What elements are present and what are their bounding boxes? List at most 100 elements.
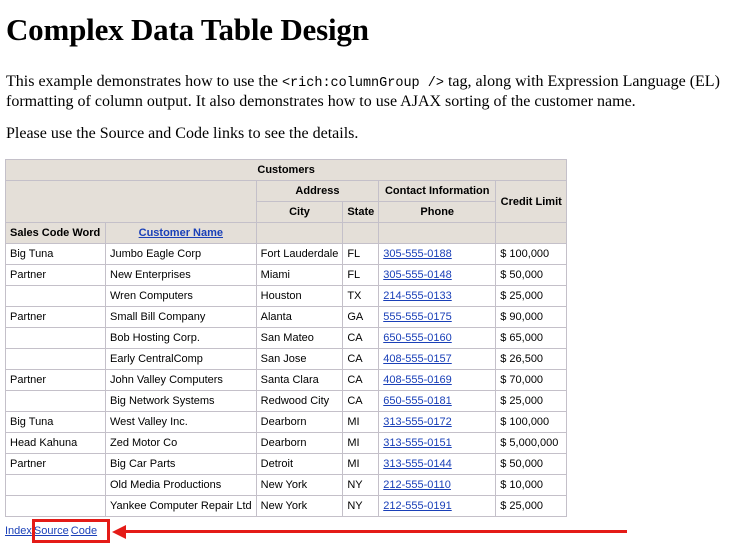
sales-code-cell xyxy=(5,390,106,412)
customer-name-cell: Big Car Parts xyxy=(105,453,257,475)
header-empty-phone xyxy=(378,222,497,244)
header-contact-group: Contact Information xyxy=(378,180,497,202)
city-cell: New York xyxy=(255,495,344,517)
table-row: Big Tuna West Valley Inc. Dearborn MI 313-55… xyxy=(5,411,568,433)
customer-name-cell: Jumbo Eagle Corp xyxy=(105,243,257,265)
intro-paragraph: This example demonstrates how to use the… xyxy=(6,73,721,111)
customer-name-cell: Big Network Systems xyxy=(105,390,257,412)
sales-code-cell: Partner xyxy=(5,306,106,328)
sales-code-cell xyxy=(5,285,106,307)
phone-link[interactable]: 305-555-0188 xyxy=(383,248,452,260)
sales-code-cell xyxy=(5,474,106,496)
city-cell: New York xyxy=(255,474,344,496)
phone-link[interactable]: 650-555-0181 xyxy=(383,395,452,407)
header-phone: Phone xyxy=(378,201,497,223)
table-row: Partner New Enterprises Miami FL 305-555-014… xyxy=(5,264,568,286)
header-empty-credit xyxy=(495,222,568,244)
table-row: Partner Small Bill Company Alanta GA 555-555… xyxy=(5,306,568,328)
index-link[interactable]: Index xyxy=(5,525,32,537)
table-row: Partner Big Car Parts Detroit MI 313-555-014… xyxy=(5,453,568,475)
credit-limit-cell: $ 65,000 xyxy=(495,327,568,349)
customer-name-cell: John Valley Computers xyxy=(105,369,257,391)
table-row: Big Tuna Jumbo Eagle Corp Fort Lauderdale F… xyxy=(5,243,568,265)
credit-limit-cell: $ 25,000 xyxy=(495,390,568,412)
header-address-group: Address xyxy=(255,180,380,202)
credit-limit-cell: $ 100,000 xyxy=(495,243,568,265)
phone-link[interactable]: 313-555-0172 xyxy=(383,416,452,428)
sales-code-cell: Partner xyxy=(5,264,106,286)
phone-link[interactable]: 212-555-0110 xyxy=(383,479,451,491)
table-row: Bob Hosting Corp. San Mateo CA 650-555-0160… xyxy=(5,327,568,349)
customers-table-body: Big Tuna Jumbo Eagle Corp Fort Lauderdale F… xyxy=(5,243,568,517)
customer-name-cell: Bob Hosting Corp. xyxy=(105,327,257,349)
credit-limit-cell: $ 25,000 xyxy=(495,285,568,307)
credit-limit-cell: $ 25,000 xyxy=(495,495,568,517)
header-credit-limit: Credit Limit xyxy=(495,180,568,223)
credit-limit-cell: $ 50,000 xyxy=(495,264,568,286)
phone-cell: 650-555-0181 xyxy=(378,390,497,412)
credit-limit-cell: $ 70,000 xyxy=(495,369,568,391)
city-cell: Dearborn xyxy=(255,411,344,433)
phone-link[interactable]: 214-555-0133 xyxy=(383,290,452,302)
state-cell: CA xyxy=(342,390,380,412)
table-row: Head Kahuna Zed Motor Co Dearborn MI 313-555… xyxy=(5,432,568,454)
customers-table: Customers Address Contact Information Cr… xyxy=(4,159,568,517)
phone-cell: 313-555-0144 xyxy=(378,453,497,475)
highlight-box xyxy=(32,519,110,543)
phone-cell: 305-555-0188 xyxy=(378,243,497,265)
credit-limit-cell: $ 10,000 xyxy=(495,474,568,496)
city-cell: Alanta xyxy=(255,306,344,328)
phone-link[interactable]: 408-555-0157 xyxy=(383,353,452,365)
customer-name-sort-link[interactable]: Customer Name xyxy=(139,227,223,239)
phone-link[interactable]: 313-555-0144 xyxy=(383,458,452,470)
customer-name-cell: Early CentralComp xyxy=(105,348,257,370)
phone-cell: 313-555-0172 xyxy=(378,411,497,433)
table-row: Old Media Productions New York NY 212-555-0… xyxy=(5,474,568,496)
header-city: City xyxy=(255,201,344,223)
sales-code-cell xyxy=(5,327,106,349)
city-cell: Dearborn xyxy=(255,432,344,454)
phone-cell: 313-555-0151 xyxy=(378,432,497,454)
page-title: Complex Data Table Design xyxy=(6,12,369,47)
state-cell: CA xyxy=(342,348,380,370)
city-cell: Houston xyxy=(255,285,344,307)
header-customer-name-cell: Customer Name xyxy=(105,222,257,244)
phone-cell: 212-555-0191 xyxy=(378,495,497,517)
state-cell: MI xyxy=(342,432,380,454)
city-cell: Fort Lauderdale xyxy=(255,243,344,265)
phone-link[interactable]: 408-555-0169 xyxy=(383,374,452,386)
credit-limit-cell: $ 90,000 xyxy=(495,306,568,328)
customer-name-cell: New Enterprises xyxy=(105,264,257,286)
table-row: Wren Computers Houston TX 214-555-0133 $ 25,… xyxy=(5,285,568,307)
phone-link[interactable]: 305-555-0148 xyxy=(383,269,452,281)
phone-cell: 305-555-0148 xyxy=(378,264,497,286)
table-row: Early CentralComp San Jose CA 408-555-0157 $… xyxy=(5,348,568,370)
header-state: State xyxy=(342,201,380,223)
red-arrow-line xyxy=(124,530,627,533)
phone-cell: 214-555-0133 xyxy=(378,285,497,307)
state-cell: TX xyxy=(342,285,380,307)
customer-name-cell: Wren Computers xyxy=(105,285,257,307)
sales-code-cell: Big Tuna xyxy=(5,243,106,265)
state-cell: MI xyxy=(342,453,380,475)
sales-code-cell: Partner xyxy=(5,369,106,391)
sales-code-cell xyxy=(5,348,106,370)
city-cell: Redwood City xyxy=(255,390,344,412)
sales-code-cell: Head Kahuna xyxy=(5,432,106,454)
sales-code-cell xyxy=(5,495,106,517)
phone-link[interactable]: 212-555-0191 xyxy=(383,500,452,512)
phone-cell: 408-555-0157 xyxy=(378,348,497,370)
credit-limit-cell: $ 100,000 xyxy=(495,411,568,433)
header-empty-city xyxy=(255,222,344,244)
state-cell: FL xyxy=(342,243,380,265)
customer-name-cell: Yankee Computer Repair Ltd xyxy=(105,495,257,517)
state-cell: FL xyxy=(342,264,380,286)
phone-link[interactable]: 313-555-0151 xyxy=(383,437,452,449)
city-cell: Detroit xyxy=(255,453,344,475)
sales-code-cell: Partner xyxy=(5,453,106,475)
state-cell: GA xyxy=(342,306,380,328)
phone-link[interactable]: 650-555-0160 xyxy=(383,332,452,344)
header-sales-code-word: Sales Code Word xyxy=(5,222,106,244)
phone-cell: 555-555-0175 xyxy=(378,306,497,328)
phone-link[interactable]: 555-555-0175 xyxy=(383,311,452,323)
